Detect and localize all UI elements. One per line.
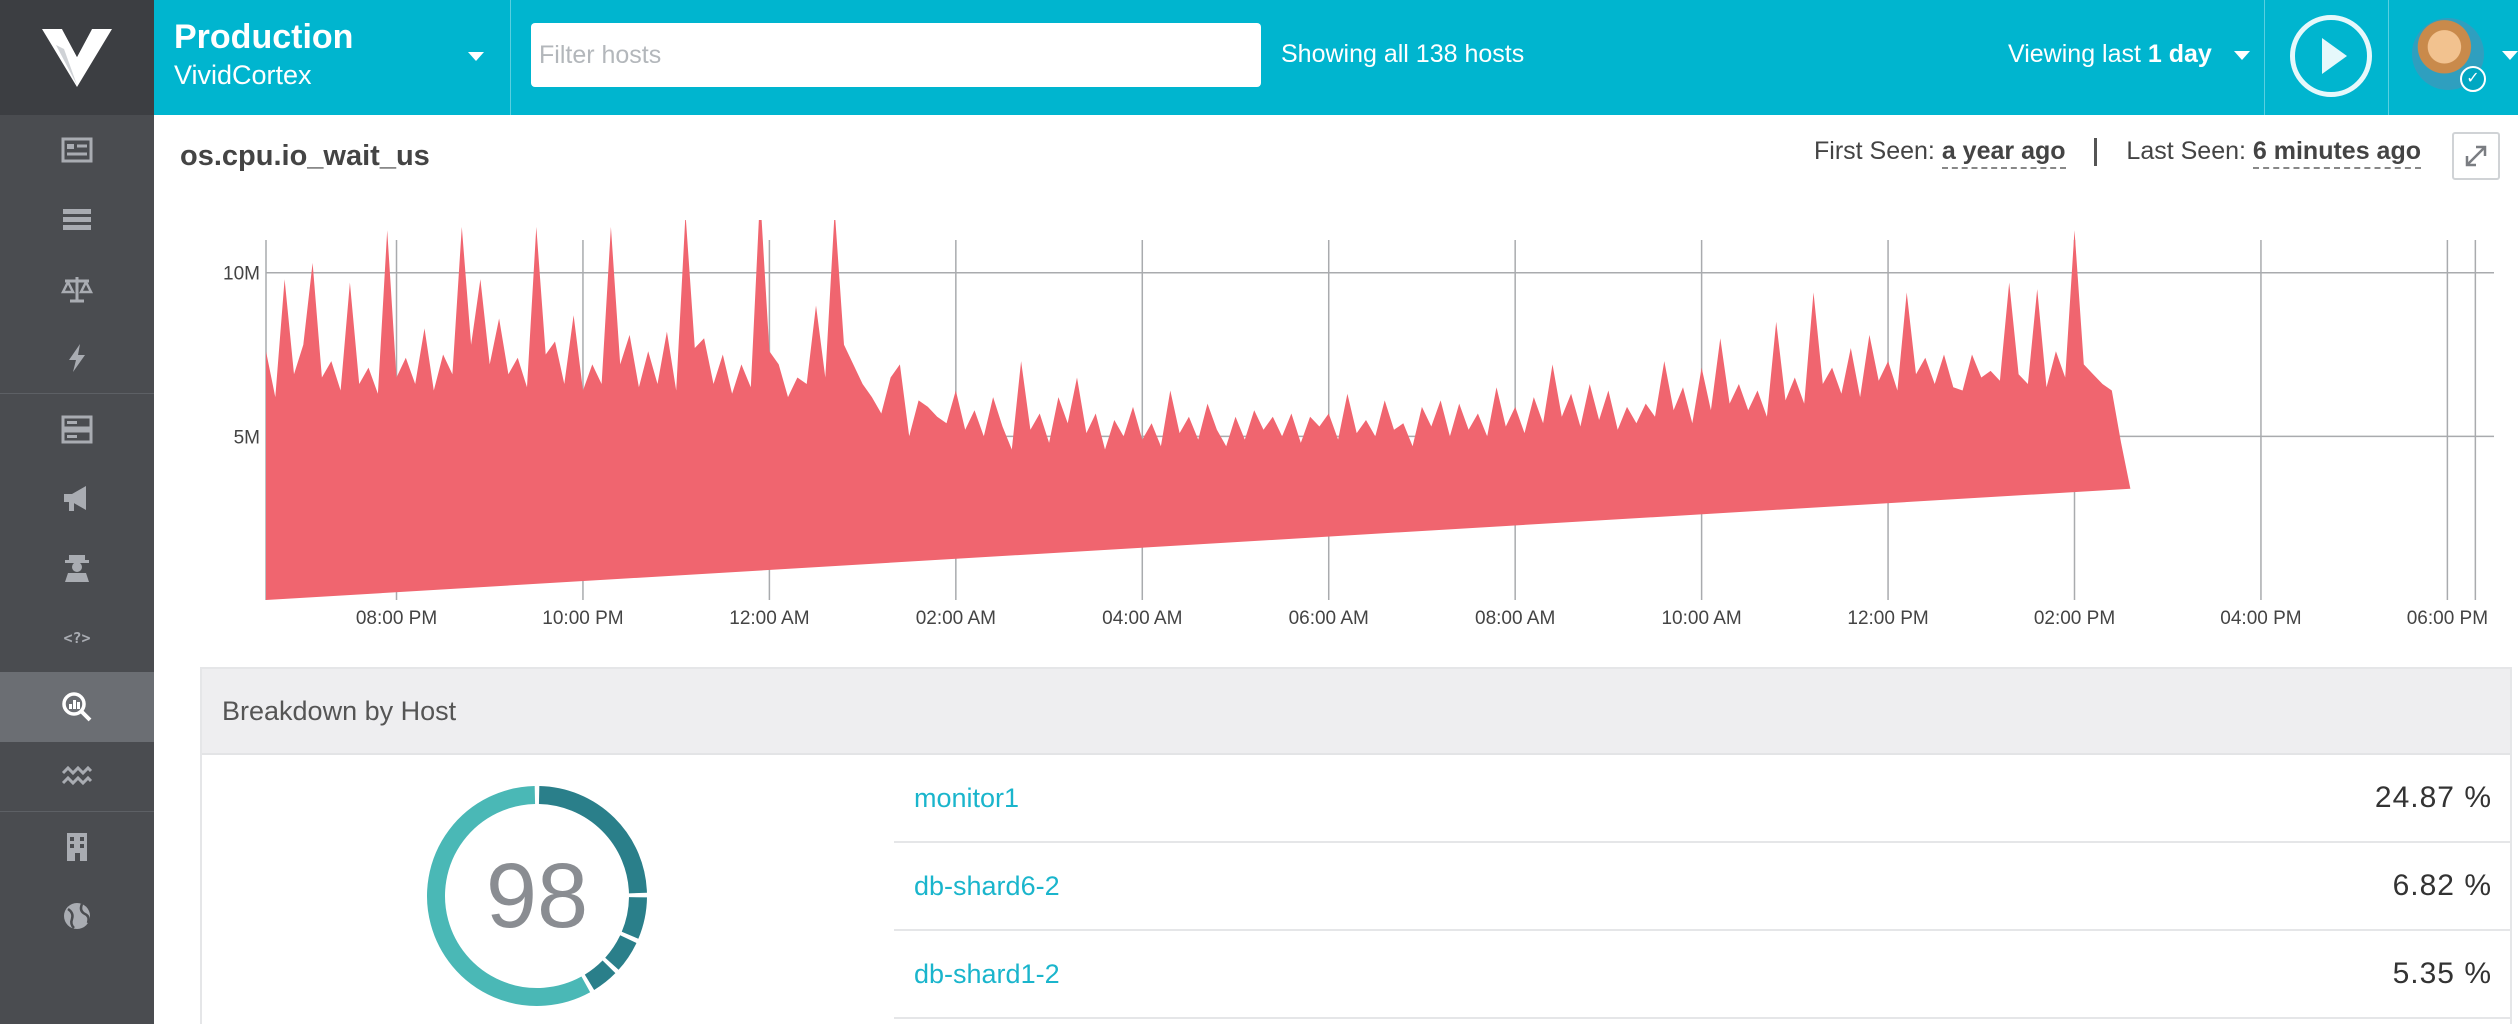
x-tick-label: 10:00 PM [542, 608, 623, 629]
first-seen-label: First Seen: [1814, 137, 1935, 165]
hosts-count-text: Showing all 138 hosts [1281, 40, 1525, 68]
sidebar-item-hosts[interactable] [0, 394, 154, 464]
x-tick-label: 06:00 PM [2407, 608, 2488, 629]
host-row: monitor1 24.87 % [894, 755, 2512, 843]
sidebar-item-help[interactable] [0, 882, 154, 952]
scales-icon [60, 276, 94, 303]
vividcortex-logo-icon [42, 28, 112, 87]
host-list: monitor1 24.87 % db-shard6-2 6.82 % db-s… [894, 755, 2512, 1019]
sidebar-item-organization[interactable] [0, 812, 154, 882]
seen-divider [2094, 138, 2098, 167]
host-row: db-shard6-2 6.82 % [894, 843, 2512, 931]
x-tick-label: 06:00 AM [1289, 608, 1369, 629]
header-divider [2264, 0, 2265, 115]
io-wait-area-chart[interactable]: 5M 10M 08:00 PM 10:00 PM 12:00 AM 02:00 AM 04:… [154, 220, 2518, 640]
check-icon: ✓ [2460, 66, 2486, 92]
sidebar: <?> [0, 0, 154, 1024]
seen-info: First Seen: a year ago Last Seen: 6 minu… [1814, 137, 2421, 169]
sidebar-item-events[interactable] [0, 324, 154, 394]
time-range-value: 1 day [2147, 40, 2212, 68]
x-tick-label: 12:00 PM [1847, 608, 1928, 629]
expand-icon [2465, 145, 2487, 167]
host-link[interactable]: monitor1 [914, 783, 1019, 814]
expand-button[interactable] [2452, 132, 2500, 180]
x-tick-label: 04:00 PM [2220, 608, 2301, 629]
wave-icon [61, 766, 93, 786]
x-tick-label: 12:00 AM [729, 608, 809, 629]
x-tick-label: 04:00 AM [1102, 608, 1182, 629]
breakdown-panel: Breakdown by Host 98 monitor1 24.87 % db… [200, 667, 2512, 1024]
metrics-search-icon [62, 692, 92, 722]
header-divider [2388, 0, 2389, 115]
host-count: 98 [485, 844, 589, 947]
last-seen-label: Last Seen: [2126, 137, 2246, 165]
globe-icon [64, 903, 90, 930]
y-tick-label: 5M [234, 427, 260, 448]
time-range-prefix: Viewing last [2008, 40, 2141, 68]
x-tick-label: 02:00 AM [916, 608, 996, 629]
host-percent: 6.82 % [2392, 869, 2492, 902]
environment-subtitle: VividCortex [174, 60, 312, 90]
host-donut-chart[interactable]: 98 [426, 785, 648, 1007]
host-link[interactable]: db-shard1-2 [914, 959, 1060, 990]
sidebar-item-alerts[interactable] [0, 464, 154, 534]
sidebar-item-queries[interactable]: <?> [0, 603, 154, 673]
sidebar-item-scales[interactable] [0, 254, 154, 324]
first-seen-value[interactable]: a year ago [1941, 137, 2066, 169]
megaphone-icon [64, 486, 86, 512]
play-button[interactable] [2290, 15, 2372, 97]
caret-down-icon[interactable] [2234, 51, 2250, 60]
top-header: Production VividCortex Showing all 138 h… [154, 0, 2518, 115]
caret-down-icon[interactable] [2502, 51, 2518, 60]
host-percent: 5.35 % [2392, 957, 2492, 990]
x-tick-label: 08:00 AM [1475, 608, 1555, 629]
host-row: db-shard1-2 5.35 % [894, 931, 2512, 1019]
io-wait-area-series [266, 220, 2131, 600]
vividcortex-logo[interactable] [0, 0, 154, 115]
x-tick-label: 08:00 PM [356, 608, 437, 629]
host-link[interactable]: db-shard6-2 [914, 871, 1060, 902]
x-tick-label: 02:00 PM [2034, 608, 2115, 629]
play-icon [2322, 38, 2347, 74]
table-icon [63, 209, 91, 231]
environment-selector[interactable]: Production VividCortex [154, 0, 511, 115]
svg-text:<?>: <?> [63, 629, 90, 647]
filter-hosts-input[interactable] [531, 23, 1261, 87]
caret-down-icon [468, 52, 484, 61]
sidebar-item-list[interactable] [0, 115, 154, 185]
lightning-icon [69, 344, 85, 373]
metric-name: os.cpu.io_wait_us [180, 140, 430, 172]
building-icon [67, 832, 87, 861]
agent-icon [65, 554, 89, 582]
server-icon [61, 415, 93, 444]
environment-title: Production [174, 18, 354, 56]
sidebar-item-waves[interactable] [0, 742, 154, 812]
sidebar-item-table[interactable] [0, 185, 154, 255]
y-tick-label: 10M [223, 264, 260, 285]
last-seen-value[interactable]: 6 minutes ago [2252, 137, 2421, 169]
sidebar-item-metrics[interactable] [0, 672, 154, 742]
list-icon [61, 137, 93, 163]
host-percent: 24.87 % [2374, 781, 2492, 814]
time-range-selector[interactable]: Viewing last 1 day [2008, 40, 2212, 69]
x-tick-label: 10:00 AM [1661, 608, 1741, 629]
breakdown-title: Breakdown by Host [202, 669, 2510, 755]
sidebar-item-agents[interactable] [0, 533, 154, 603]
code-query-icon: <?> [63, 629, 90, 647]
